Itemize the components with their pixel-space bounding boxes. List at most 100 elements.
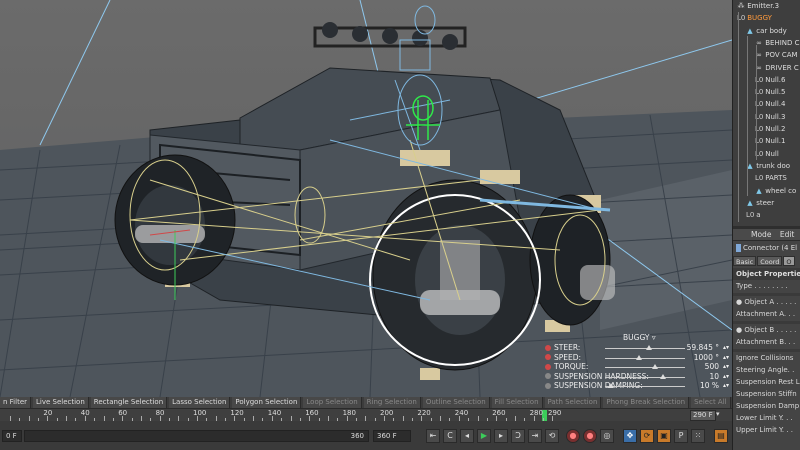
hud-slider-thumb[interactable] (635, 354, 642, 360)
chevron-down-icon[interactable]: ▾ (716, 410, 720, 418)
tree-item[interactable]: L0 Null (733, 149, 800, 160)
tree-item[interactable]: ∞ BEHIND C (733, 38, 800, 49)
point-level-icon[interactable]: ⁙ (691, 429, 705, 443)
animate-toggle-icon[interactable] (545, 373, 551, 380)
tree-item[interactable]: ∞ POV CAM (733, 50, 800, 61)
3d-viewport[interactable]: BUGGY ▿ STEER: 59.845 ° ▴▾ SPEED: 1000 ° ▴▾ TO… (0, 0, 732, 397)
timeline-ruler[interactable]: 290 290 F ▾ 20 40 60 80 100 120 140 160 180 200 22… (0, 408, 732, 421)
selection-tool-button[interactable]: Outline Selection (422, 397, 490, 408)
hud-slider-track[interactable] (605, 386, 685, 388)
hud-slider-value[interactable]: 500 (705, 362, 719, 371)
property-row[interactable]: Suspension Stiffn (733, 389, 800, 400)
property-row[interactable]: ● Object B . . . . . (733, 325, 800, 336)
tree-item[interactable]: L0 Null.3 (733, 112, 800, 123)
animate-toggle-icon[interactable] (545, 382, 551, 389)
previous-key-button[interactable]: C (443, 429, 457, 443)
property-row[interactable]: Attachment A. . . (733, 309, 800, 320)
tree-item[interactable]: L0 PARTS (733, 173, 800, 184)
hud-slider-track[interactable] (605, 367, 685, 369)
stepper-arrows-icon[interactable]: ▴▾ (723, 373, 729, 380)
play-button[interactable]: ▶ (477, 429, 491, 443)
next-key-button[interactable]: Ↄ (511, 429, 525, 443)
range-slider[interactable]: 360 (24, 430, 369, 442)
property-row[interactable]: Type . . . . . . . . (733, 281, 800, 292)
hud-slider-value[interactable]: 10 % (700, 381, 719, 390)
edit-menu[interactable]: Edit (780, 230, 795, 239)
property-row[interactable]: Upper Limit Y. . . (733, 425, 800, 436)
start-frame-field[interactable]: 0 F (2, 430, 22, 442)
go-to-end-button[interactable]: ⇥ (528, 429, 542, 443)
chevron-down-icon[interactable]: ▿ (652, 333, 656, 342)
end-frame-box[interactable]: 290 F (690, 410, 716, 421)
ruler-label: 20 (43, 409, 53, 417)
stepper-arrows-icon[interactable]: ▴▾ (723, 354, 729, 361)
tree-item[interactable]: L0 a (733, 210, 800, 221)
attribute-tab[interactable]: Coord (757, 256, 783, 266)
tree-item[interactable]: L0 Null.2 (733, 124, 800, 135)
tree-item[interactable]: L0 Null.1 (733, 136, 800, 147)
selection-tool-button[interactable]: Ring Selection (363, 397, 421, 408)
property-row[interactable]: Attachment B. . . (733, 337, 800, 348)
stepper-arrows-icon[interactable]: ▴▾ (723, 344, 729, 351)
end-frame-field[interactable]: 360 F (373, 430, 411, 442)
tree-item[interactable]: ▲ steer (733, 198, 800, 209)
tree-item[interactable]: L0 Null.5 (733, 87, 800, 98)
property-row[interactable]: Lower Limit Y. . . (733, 413, 800, 424)
stepper-arrows-icon[interactable]: ▴▾ (723, 363, 729, 370)
hud-slider-value[interactable]: 10 (709, 372, 719, 381)
tree-item[interactable]: ▲ wheel co (733, 186, 800, 197)
property-row[interactable]: Suspension Damp (733, 401, 800, 412)
loop-icon[interactable]: ⟲ (545, 429, 559, 443)
tree-item[interactable]: ▲ car body (733, 26, 800, 37)
go-to-start-button[interactable]: ⇤ (426, 429, 440, 443)
property-row[interactable]: Ignore Collisions (733, 353, 800, 364)
property-row[interactable]: Suspension Rest L (733, 377, 800, 388)
hud-slider-track[interactable] (605, 376, 685, 378)
attribute-tab[interactable]: Basic (733, 256, 757, 266)
selection-tool-button[interactable]: Live Selection (33, 397, 89, 408)
parameter-key-icon[interactable]: P (674, 429, 688, 443)
hud-slider-value[interactable]: 59.845 ° (687, 343, 719, 352)
hud-slider-track[interactable] (605, 357, 685, 359)
tree-item[interactable]: L0 BUGGY (733, 13, 800, 24)
property-row[interactable]: ● Object A . . . . . (733, 297, 800, 308)
move-key-icon[interactable]: ✥ (623, 429, 637, 443)
polygon-icon: ▲ (747, 26, 753, 35)
hud-slider-thumb[interactable] (659, 373, 666, 379)
hud-slider-thumb[interactable] (646, 345, 652, 350)
selection-tool-button[interactable]: n Filter (0, 397, 31, 408)
record-button[interactable]: ● (566, 429, 580, 443)
next-frame-button[interactable]: ▸ (494, 429, 508, 443)
stepper-arrows-icon[interactable]: ▴▾ (723, 382, 729, 389)
scale-key-icon[interactable]: ▣ (657, 429, 671, 443)
selection-tool-button[interactable]: Loop Selection (303, 397, 362, 408)
tree-item[interactable]: L0 Null.4 (733, 99, 800, 110)
animate-toggle-icon[interactable] (545, 354, 551, 361)
selection-tool-button[interactable]: Polygon Selection (232, 397, 302, 408)
selection-tool-button[interactable]: Lasso Selection (169, 397, 231, 408)
animate-toggle-icon[interactable] (545, 363, 551, 370)
tree-item[interactable]: ▲ trunk doo (733, 161, 800, 172)
hud-slider-thumb[interactable] (651, 364, 658, 370)
hud-slider-track[interactable] (605, 348, 685, 349)
tree-item[interactable]: L0 Null.6 (733, 75, 800, 86)
tree-item[interactable]: ∞ DRIVER C (733, 63, 800, 74)
playback-controls: 0 F 360 360 F ⇤ C ◂ ▶ ▸ Ↄ ⇥ ⟲ ● ● ◎ ✥ ⟳ … (0, 421, 732, 450)
attribute-tab[interactable]: O (783, 256, 795, 266)
rotate-key-icon[interactable]: ⟳ (640, 429, 654, 443)
animate-toggle-icon[interactable] (545, 344, 551, 351)
previous-frame-button[interactable]: ◂ (460, 429, 474, 443)
autokey-button[interactable]: ● (583, 429, 597, 443)
hud-slider-thumb[interactable] (608, 383, 615, 389)
tree-item[interactable]: ⁂ Emitter.3 (733, 1, 800, 12)
selection-tool-button[interactable]: Fill Selection (491, 397, 543, 408)
selection-tool-button[interactable]: Rectangle Selection (90, 397, 168, 408)
selection-tool-button[interactable]: Path Selection (544, 397, 602, 408)
selection-tool-button[interactable]: Phong Break Selection (603, 397, 690, 408)
hud-slider-value[interactable]: 1000 ° (694, 353, 719, 362)
keyframe-selection-icon[interactable]: ◎ (600, 429, 614, 443)
selection-tool-button[interactable]: Select All (691, 397, 731, 408)
mode-menu[interactable]: Mode (751, 230, 771, 239)
timeline-icon[interactable]: ▤ (714, 429, 728, 443)
property-row[interactable]: Steering Angle. . (733, 365, 800, 376)
